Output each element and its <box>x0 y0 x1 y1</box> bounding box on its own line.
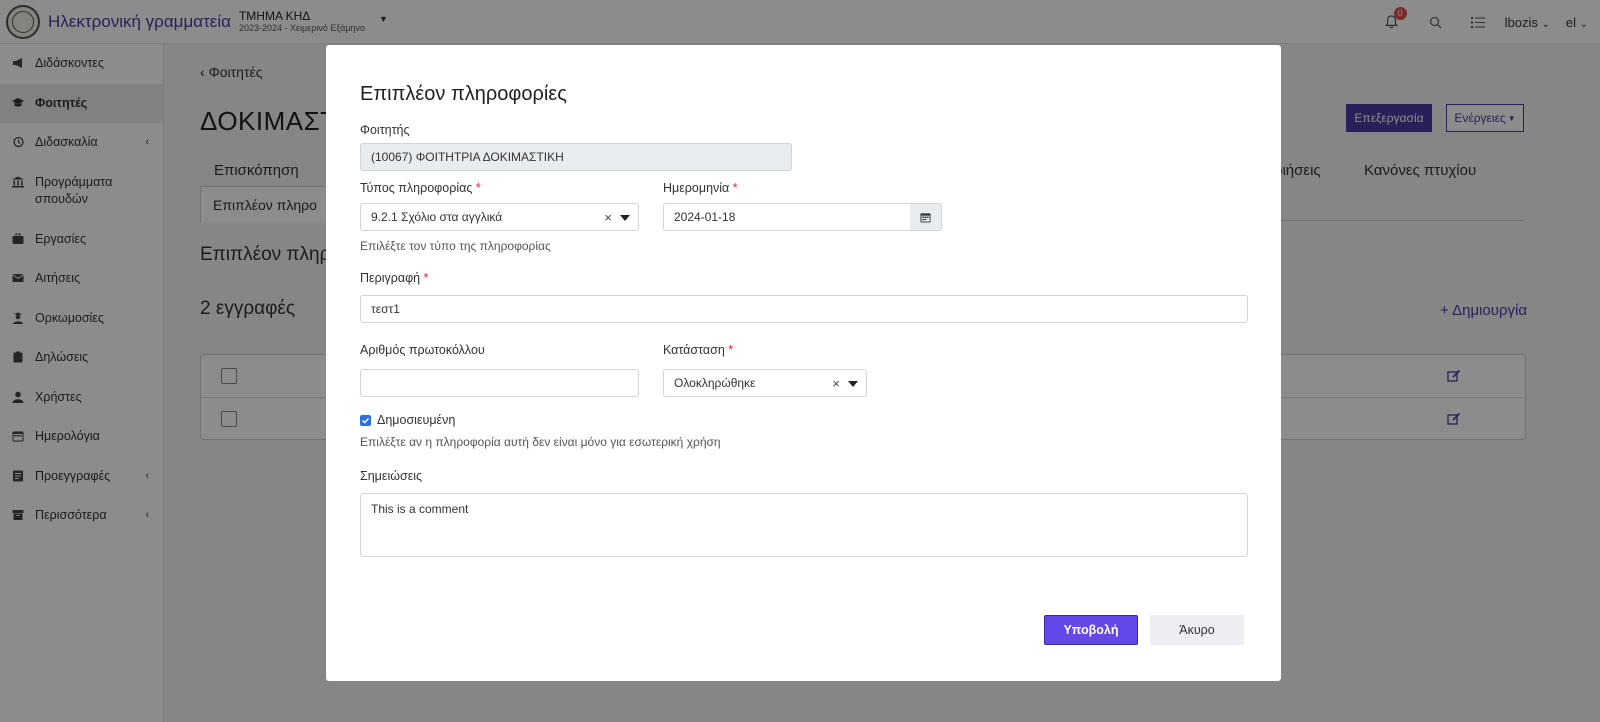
checkmark-icon <box>361 417 370 424</box>
required-mark: * <box>475 181 481 195</box>
protocol-input[interactable] <box>360 369 639 397</box>
status-label: Κατάσταση * <box>663 343 733 357</box>
type-select-value: 9.2.1 Σχόλιο στα αγγλικά <box>371 210 503 224</box>
published-label[interactable]: Δημοσιευμένη <box>377 413 455 427</box>
description-input[interactable]: τεστ1 <box>360 295 1248 323</box>
caret-down-icon[interactable] <box>848 381 858 387</box>
date-value: 2024-01-18 <box>674 210 736 224</box>
status-select[interactable]: Ολοκληρώθηκε × <box>663 369 867 397</box>
published-help-text: Επιλέξτε αν η πληροφορία αυτή δεν είναι … <box>360 435 721 449</box>
description-label: Περιγραφή * <box>360 271 429 285</box>
student-label: Φοιτητής <box>360 123 410 137</box>
date-label: Ημερομηνία * <box>663 181 738 195</box>
student-value: (10067) ΦΟΙΤΗΤΡΙΑ ΔΟΚΙΜΑΣΤΙΚΗ <box>371 150 564 164</box>
calendar-icon <box>920 212 931 223</box>
type-help-text: Επιλέξτε τον τύπο της πληροφορίας <box>360 239 551 253</box>
protocol-label: Αριθμός πρωτοκόλλου <box>360 343 485 357</box>
clear-type-icon[interactable]: × <box>604 210 612 225</box>
status-label-text: Κατάσταση <box>663 343 725 357</box>
additional-info-modal: Επιπλέον πληροφορίες Φοιτητής (10067) ΦΟ… <box>326 45 1281 681</box>
notes-textarea[interactable]: This is a comment <box>360 493 1248 557</box>
type-label: Τύπος πληροφορίας * <box>360 181 481 195</box>
date-label-text: Ημερομηνία <box>663 181 730 195</box>
submit-button[interactable]: Υποβολή <box>1044 615 1138 645</box>
status-select-value: Ολοκληρώθηκε <box>674 376 756 390</box>
required-mark: * <box>423 271 429 285</box>
required-mark: * <box>732 181 738 195</box>
type-label-text: Τύπος πληροφορίας <box>360 181 473 195</box>
caret-down-icon[interactable] <box>620 215 630 221</box>
student-field: (10067) ΦΟΙΤΗΤΡΙΑ ΔΟΚΙΜΑΣΤΙΚΗ <box>360 143 792 171</box>
published-checkbox[interactable] <box>360 415 371 426</box>
modal-title: Επιπλέον πληροφορίες <box>360 83 567 105</box>
date-input[interactable]: 2024-01-18 <box>663 203 911 231</box>
clear-status-icon[interactable]: × <box>832 376 840 391</box>
calendar-button[interactable] <box>910 203 942 231</box>
required-mark: * <box>728 343 734 357</box>
notes-value: This is a comment <box>371 502 469 516</box>
description-value: τεστ1 <box>371 302 400 316</box>
notes-label: Σημειώσεις <box>360 469 423 483</box>
type-select[interactable]: 9.2.1 Σχόλιο στα αγγλικά × <box>360 203 639 231</box>
description-label-text: Περιγραφή <box>360 271 421 285</box>
cancel-button[interactable]: Άκυρο <box>1150 615 1244 645</box>
